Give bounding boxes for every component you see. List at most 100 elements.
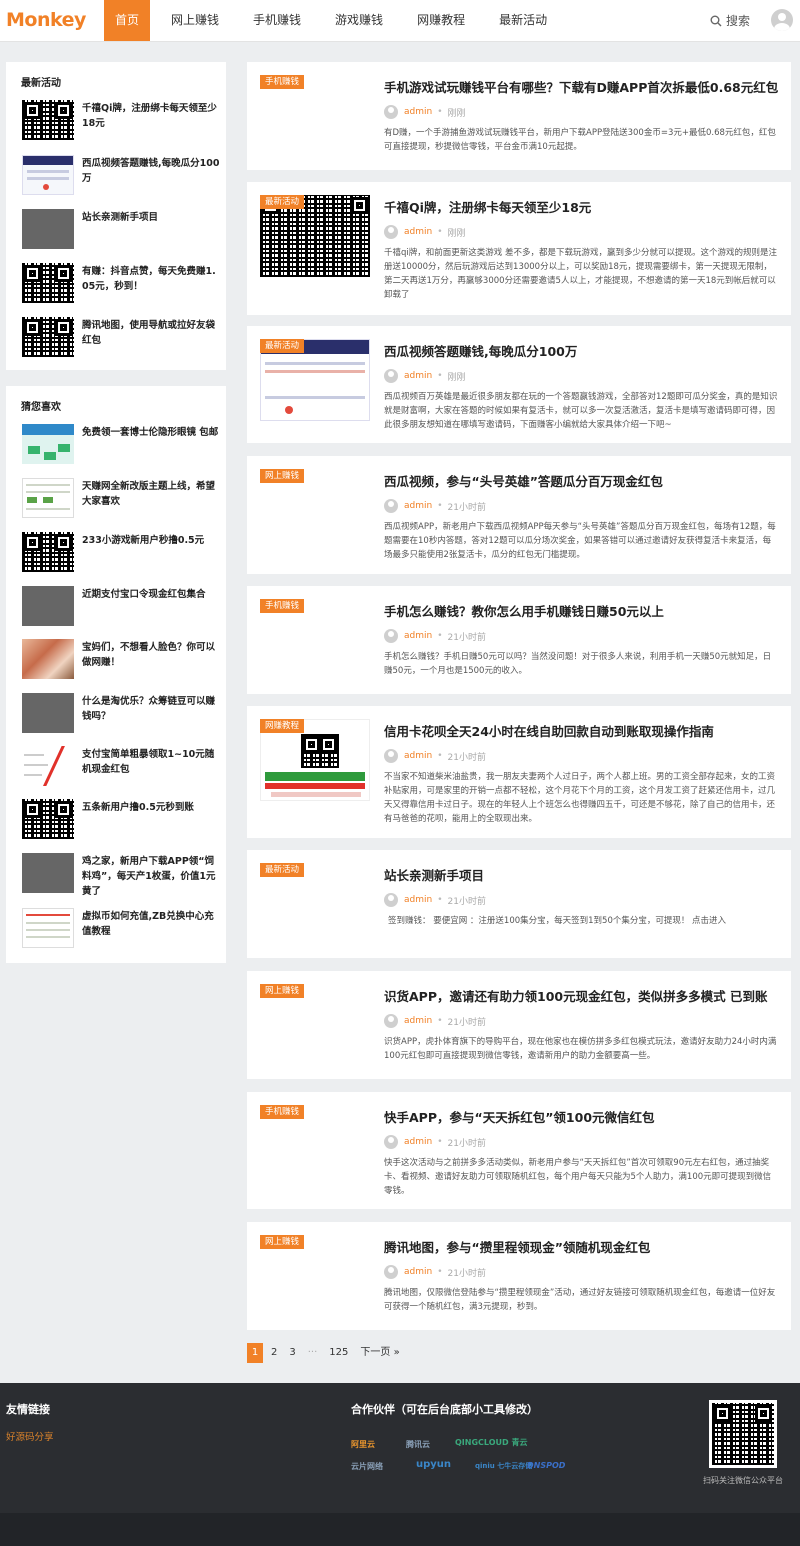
nav-item-home[interactable]: 首页: [104, 0, 151, 41]
post-author[interactable]: admin: [404, 631, 432, 641]
category-tag[interactable]: 最新活动: [260, 863, 305, 877]
author-avatar-icon: [384, 749, 398, 763]
list-item-title[interactable]: 虚拟币如何充值,ZB兑换中心充值教程: [82, 909, 222, 939]
post-title[interactable]: 手机游戏试玩赚钱平台有哪些？下载有D赚APP首次拆最低0.68元红包: [384, 77, 778, 96]
partner-logo[interactable]: upyun: [416, 1459, 451, 1470]
page-link[interactable]: 125: [325, 1343, 352, 1363]
page-link[interactable]: 2: [267, 1343, 281, 1363]
category-tag[interactable]: 手机赚钱: [260, 1105, 305, 1119]
partner-logo[interactable]: 阿里云: [351, 1439, 375, 1450]
nav-item-online[interactable]: 网上赚钱: [160, 0, 230, 41]
list-item[interactable]: 千禧Qi牌，注册绑卡每天领至少18元: [22, 100, 222, 140]
post-author[interactable]: admin: [404, 1016, 432, 1026]
category-tag[interactable]: 手机赚钱: [260, 75, 305, 89]
list-item[interactable]: 宝妈们，不想看人脸色？你可以做网赚！: [22, 639, 222, 679]
post-author[interactable]: admin: [404, 227, 432, 237]
screenshot-thumbnail: [22, 155, 74, 195]
post-title[interactable]: 腾讯地图，参与“攒里程领现金”领随机现金红包: [384, 1237, 650, 1256]
list-item-title[interactable]: 五条新用户撸0.5元秒到账: [82, 800, 222, 815]
post-author[interactable]: admin: [404, 107, 432, 117]
list-item-title[interactable]: 西瓜视频答题赚钱,每晚瓜分100万: [82, 156, 222, 186]
list-item-title[interactable]: 鸡之家，新用户下载APP领“饲料鸡”，每天产1枚蛋，价值1元 黄了: [82, 854, 222, 899]
footer-partners-title: 合作伙伴（可在后台底部小工具修改）: [351, 1403, 538, 1416]
meta-separator: •: [437, 227, 443, 237]
list-item[interactable]: 免费领一套博士伦隐形眼镜 包邮: [22, 424, 222, 464]
category-tag[interactable]: 最新活动: [260, 195, 305, 209]
post-excerpt: 快手这次活动与之前拼多多活动类似，新老用户参与“天天拆红包”首次可领取90元左右…: [384, 1158, 772, 1196]
nav-item-tutorial[interactable]: 网赚教程: [406, 0, 476, 41]
category-tag[interactable]: 网上赚钱: [260, 1235, 305, 1249]
list-item[interactable]: 虚拟币如何充值,ZB兑换中心充值教程: [22, 908, 222, 948]
post-title[interactable]: 西瓜视频，参与“头号英雄”答题瓜分百万现金红包: [384, 471, 663, 490]
list-item[interactable]: 233小游戏新用户秒撸0.5元: [22, 532, 222, 572]
site-header: Monkey 首页 网上赚钱 手机赚钱 游戏赚钱 网赚教程 最新活动 搜索: [0, 0, 800, 42]
next-page-button[interactable]: 下一页 »: [356, 1343, 403, 1363]
placeholder-thumbnail: [22, 209, 74, 249]
post-author[interactable]: admin: [404, 895, 432, 905]
list-item-title[interactable]: 有赚：抖音点赞，每天免费赚1.05元，秒到！: [82, 264, 222, 294]
post-author[interactable]: admin: [404, 1137, 432, 1147]
list-item-title[interactable]: 宝妈们，不想看人脸色？你可以做网赚！: [82, 640, 222, 670]
post-card: 网上赚钱 识货APP，邀请还有助力领100元现金红包，类似拼多多模式 已到账 a…: [247, 971, 791, 1079]
post-title[interactable]: 西瓜视频答题赚钱,每晚瓜分100万: [384, 341, 577, 360]
list-item[interactable]: 腾讯地图，使用导航或拉好友袋红包: [22, 317, 222, 357]
page-current[interactable]: 1: [247, 1343, 263, 1363]
list-item-title[interactable]: 千禧Qi牌，注册绑卡每天领至少18元: [82, 101, 222, 131]
post-time: 21小时前: [447, 632, 486, 643]
post-author[interactable]: admin: [404, 501, 432, 511]
list-item-title[interactable]: 免费领一套博士伦隐形眼镜 包邮: [82, 425, 222, 440]
meta-separator: •: [437, 371, 443, 381]
post-author[interactable]: admin: [404, 1267, 432, 1277]
list-item[interactable]: 站长亲测新手项目: [22, 209, 222, 249]
nav-item-game[interactable]: 游戏赚钱: [324, 0, 394, 41]
post-author[interactable]: admin: [404, 751, 432, 761]
list-item-title[interactable]: 支付宝简单粗暴领取1~10元随机现金红包: [82, 747, 222, 777]
post-title[interactable]: 信用卡花呗全天24小时在线自助回款自动到账取现操作指南: [384, 721, 714, 740]
category-tag[interactable]: 网上赚钱: [260, 984, 305, 998]
post-card: 最新活动 站长亲测新手项目 admin • 21小时前 签到赚钱： 要便宜网 ：…: [247, 850, 791, 958]
partner-logo[interactable]: DNSPOD: [527, 1461, 565, 1470]
post-title[interactable]: 快手APP，参与“天天拆红包”领100元微信红包: [384, 1107, 655, 1126]
post-title[interactable]: 手机怎么赚钱？教你怎么用手机赚钱日赚50元以上: [384, 601, 664, 620]
partner-logo[interactable]: 腾讯云: [406, 1439, 430, 1450]
post-title[interactable]: 千禧Qi牌，注册绑卡每天领至少18元: [384, 197, 591, 216]
post-meta: admin • 刚刚: [384, 225, 466, 239]
site-logo[interactable]: Monkey: [6, 9, 86, 31]
post-time: 刚刚: [447, 372, 466, 383]
user-avatar-icon[interactable]: [771, 9, 793, 31]
list-item[interactable]: 西瓜视频答题赚钱,每晚瓜分100万: [22, 155, 222, 195]
post-title[interactable]: 站长亲测新手项目: [384, 865, 484, 884]
list-item[interactable]: 天赚网全新改版主题上线，希望大家喜欢: [22, 478, 222, 518]
nav-item-mobile[interactable]: 手机赚钱: [242, 0, 312, 41]
partner-logo[interactable]: qiniu 七牛云存储: [475, 1461, 532, 1471]
list-item[interactable]: 有赚：抖音点赞，每天免费赚1.05元，秒到！: [22, 263, 222, 303]
partner-logo[interactable]: QINGCLOUD 青云: [455, 1437, 527, 1448]
search-button[interactable]: 搜索: [710, 12, 750, 29]
search-label: 搜索: [726, 14, 751, 28]
list-item[interactable]: 什么是淘优乐？众筹链豆可以赚钱吗？: [22, 693, 222, 733]
widget-latest: 最新活动 千禧Qi牌，注册绑卡每天领至少18元 西瓜视频答题赚钱,每晚瓜分100…: [6, 62, 226, 370]
list-item-title[interactable]: 腾讯地图，使用导航或拉好友袋红包: [82, 318, 222, 348]
list-item-title[interactable]: 近期支付宝口令现金红包集合: [82, 587, 222, 602]
list-item-title[interactable]: 站长亲测新手项目: [82, 210, 222, 225]
list-item[interactable]: 近期支付宝口令现金红包集合: [22, 586, 222, 626]
post-author[interactable]: admin: [404, 371, 432, 381]
category-tag[interactable]: 网上赚钱: [260, 469, 305, 483]
category-tag[interactable]: 网赚教程: [260, 719, 305, 733]
widget-guess: 猜您喜欢 免费领一套博士伦隐形眼镜 包邮 天赚网全新改版主题上线，希望大家喜欢 …: [6, 386, 226, 963]
post-excerpt: 西瓜视频百万英雄是最近很多朋友都在玩的一个答题赢钱游戏，全部答对12题即可瓜分奖…: [384, 392, 778, 430]
list-item[interactable]: 五条新用户撸0.5元秒到账: [22, 799, 222, 839]
list-item-title[interactable]: 天赚网全新改版主题上线，希望大家喜欢: [82, 479, 222, 509]
list-item-title[interactable]: 233小游戏新用户秒撸0.5元: [82, 533, 222, 548]
meta-separator: •: [437, 107, 443, 117]
category-tag[interactable]: 手机赚钱: [260, 599, 305, 613]
list-item[interactable]: 支付宝简单粗暴领取1~10元随机现金红包: [22, 746, 222, 786]
nav-item-activity[interactable]: 最新活动: [488, 0, 558, 41]
category-tag[interactable]: 最新活动: [260, 339, 305, 353]
footer-link[interactable]: 好源码分享: [6, 1429, 54, 1443]
page-link[interactable]: 3: [285, 1343, 299, 1363]
list-item-title[interactable]: 什么是淘优乐？众筹链豆可以赚钱吗？: [82, 694, 222, 724]
partner-logo[interactable]: 云片网络: [351, 1461, 383, 1472]
post-title[interactable]: 识货APP，邀请还有助力领100元现金红包，类似拼多多模式 已到账: [384, 986, 767, 1005]
list-item[interactable]: 鸡之家，新用户下载APP领“饲料鸡”，每天产1枚蛋，价值1元 黄了: [22, 853, 222, 897]
